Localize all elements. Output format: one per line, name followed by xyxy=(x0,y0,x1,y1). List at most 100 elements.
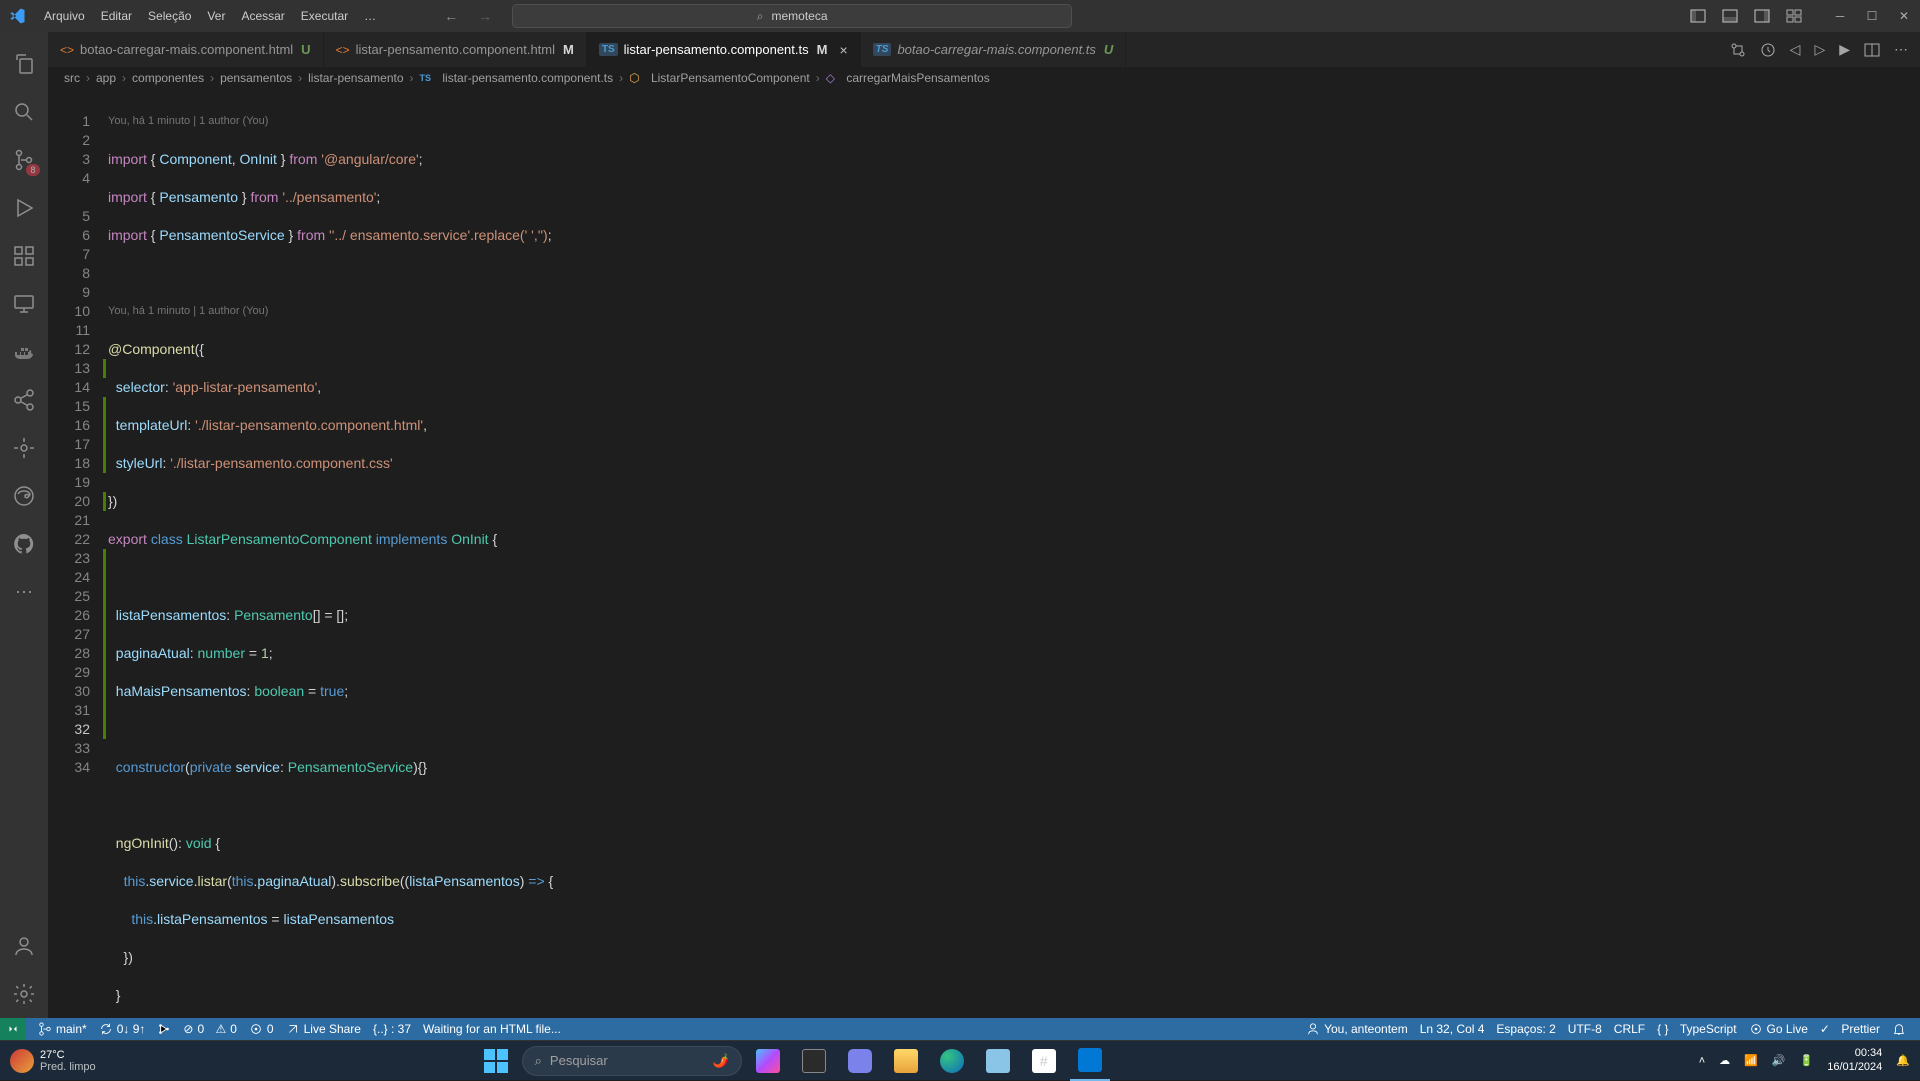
live-share[interactable]: Live Share xyxy=(280,1022,367,1036)
github-icon[interactable] xyxy=(0,520,48,568)
breadcrumb-file[interactable]: TS listar-pensamento.component.ts xyxy=(420,71,614,85)
prettier[interactable]: ✓ Prettier xyxy=(1814,1022,1886,1036)
encoding[interactable]: UTF-8 xyxy=(1562,1022,1608,1036)
tray-battery-icon[interactable]: 🔋 xyxy=(1800,1054,1814,1067)
language-mode[interactable]: { } TypeScript xyxy=(1651,1022,1742,1036)
nav-forward-icon[interactable]: → xyxy=(478,8,492,24)
run-file-icon[interactable]: ▶ xyxy=(1839,41,1850,58)
tray-onedrive-icon[interactable]: ☁ xyxy=(1719,1054,1730,1067)
cursor-position[interactable]: Ln 32, Col 4 xyxy=(1414,1022,1491,1036)
breadcrumb-method[interactable]: ◇ carregarMaisPensamentos xyxy=(826,71,990,85)
command-center-search[interactable]: ⌕ memoteca xyxy=(512,4,1072,28)
remote-indicator[interactable] xyxy=(0,1018,26,1040)
line-numbers: 1234 56789 1011121314 1516171819 2021222… xyxy=(48,89,108,1018)
breadcrumb-class[interactable]: ⬡ ListarPensamentoComponent xyxy=(629,71,810,85)
taskbar-search[interactable]: ⌕ Pesquisar 🌶️ xyxy=(522,1046,742,1076)
notifications-icon[interactable]: 🔔 xyxy=(1896,1054,1910,1067)
run-debug-icon[interactable] xyxy=(0,184,48,232)
explorer-icon[interactable] xyxy=(0,40,48,88)
code-editor[interactable]: 1234 56789 1011121314 1516171819 2021222… xyxy=(48,89,1920,1018)
nav-next-icon[interactable]: ▷ xyxy=(1814,41,1825,58)
taskbar-clock[interactable]: 00:34 16/01/2024 xyxy=(1827,1047,1882,1073)
remote-explorer-icon[interactable] xyxy=(0,280,48,328)
go-live[interactable]: Go Live xyxy=(1743,1022,1814,1036)
tab-listar-html[interactable]: <> listar-pensamento.component.html M xyxy=(324,32,587,67)
indentation[interactable]: Espaços: 2 xyxy=(1490,1022,1561,1036)
weather-widget[interactable]: 27°C Pred. limpo xyxy=(10,1049,96,1073)
taskbar-chat[interactable] xyxy=(840,1041,880,1081)
search-icon: ⌕ xyxy=(535,1053,542,1069)
status-bar: main* 0↓ 9↑ ⊘0 ⚠0 0 Live Share {..} : 37… xyxy=(0,1018,1920,1040)
layout-panel-icon[interactable] xyxy=(1722,8,1738,24)
json-status[interactable]: {..} : 37 xyxy=(367,1022,417,1036)
accounts-icon[interactable] xyxy=(0,922,48,970)
tray-volume-icon[interactable]: 🔊 xyxy=(1772,1054,1786,1067)
git-branch[interactable]: main* xyxy=(32,1022,93,1036)
scrollbar[interactable] xyxy=(1906,89,1920,1018)
extensions-icon[interactable] xyxy=(0,232,48,280)
breadcrumb-item[interactable]: pensamentos xyxy=(220,71,292,85)
weather-label: Pred. limpo xyxy=(40,1061,96,1073)
search-icon[interactable] xyxy=(0,88,48,136)
menu-acessar[interactable]: Acessar xyxy=(233,9,292,23)
taskbar-vscode[interactable] xyxy=(1070,1041,1110,1081)
code-content[interactable]: You, há 1 minuto | 1 author (You) import… xyxy=(108,89,1920,1018)
weather-icon xyxy=(10,1049,34,1073)
git-compare-icon[interactable] xyxy=(1730,42,1746,58)
taskbar-task-view[interactable] xyxy=(794,1041,834,1081)
taskbar-notepad[interactable] xyxy=(978,1041,1018,1081)
tray-wifi-icon[interactable]: 📶 xyxy=(1744,1054,1758,1067)
menu-selecao[interactable]: Seleção xyxy=(140,9,199,23)
timeline-icon[interactable] xyxy=(1760,42,1776,58)
close-tab-icon[interactable]: × xyxy=(839,42,847,58)
source-control-icon[interactable]: 8 xyxy=(0,136,48,184)
layout-primary-icon[interactable] xyxy=(1690,8,1706,24)
menu-editar[interactable]: Editar xyxy=(93,9,140,23)
minimize-window-icon[interactable]: ─ xyxy=(1832,8,1848,24)
docker-icon[interactable] xyxy=(0,328,48,376)
notifications-icon[interactable] xyxy=(1886,1022,1912,1036)
ports[interactable]: 0 xyxy=(243,1022,280,1036)
taskbar-explorer[interactable] xyxy=(886,1041,926,1081)
scm-badge: 8 xyxy=(26,164,40,176)
breadcrumb-item[interactable]: src xyxy=(64,71,80,85)
close-window-icon[interactable]: ✕ xyxy=(1896,8,1912,24)
eol[interactable]: CRLF xyxy=(1608,1022,1651,1036)
taskbar-slack[interactable]: # xyxy=(1024,1041,1064,1081)
start-button[interactable] xyxy=(476,1041,516,1081)
layout-secondary-icon[interactable] xyxy=(1754,8,1770,24)
more-icon[interactable]: ⋯ xyxy=(0,568,48,616)
nav-prev-icon[interactable]: ◁ xyxy=(1790,41,1801,58)
menu-ver[interactable]: Ver xyxy=(199,9,233,23)
breadcrumb-item[interactable]: app xyxy=(96,71,116,85)
problems[interactable]: ⊘0 ⚠0 xyxy=(177,1022,243,1036)
waiting-status: Waiting for an HTML file... xyxy=(417,1022,567,1036)
activity-bar: 8 ⋯ xyxy=(0,32,48,1018)
tab-listar-ts[interactable]: TS listar-pensamento.component.ts M × xyxy=(587,32,861,67)
taskbar-edge[interactable] xyxy=(932,1041,972,1081)
menu-executar[interactable]: Executar xyxy=(293,9,356,23)
live-share-icon[interactable] xyxy=(0,376,48,424)
git-graph[interactable] xyxy=(151,1022,177,1036)
breadcrumb-item[interactable]: listar-pensamento xyxy=(308,71,403,85)
tray-chevron-icon[interactable]: ˄ xyxy=(1699,1055,1705,1067)
menu-arquivo[interactable]: Arquivo xyxy=(36,9,93,23)
maximize-window-icon[interactable]: ☐ xyxy=(1864,8,1880,24)
tab-botao-html[interactable]: <> botao-carregar-mais.component.html U xyxy=(48,32,324,67)
nav-back-icon[interactable]: ← xyxy=(444,8,458,24)
git-sync[interactable]: 0↓ 9↑ xyxy=(93,1022,152,1036)
customize-layout-icon[interactable] xyxy=(1786,8,1802,24)
settings-gear-icon[interactable] xyxy=(0,970,48,1018)
codelens[interactable]: You, há 1 minuto | 1 author (You) xyxy=(108,302,1920,321)
breadcrumb-item[interactable]: componentes xyxy=(132,71,204,85)
tab-botao-ts[interactable]: TS botao-carregar-mais.component.ts U xyxy=(861,32,1127,67)
menu-more[interactable]: … xyxy=(356,9,384,23)
split-editor-icon[interactable] xyxy=(1864,42,1880,58)
codelens[interactable]: You, há 1 minuto | 1 author (You) xyxy=(108,112,1920,131)
breadcrumbs[interactable]: src› app› componentes› pensamentos› list… xyxy=(48,67,1920,89)
gitlens-icon[interactable] xyxy=(0,424,48,472)
blame-status[interactable]: You, anteontem xyxy=(1300,1022,1414,1036)
edge-tools-icon[interactable] xyxy=(0,472,48,520)
more-actions-icon[interactable]: ⋯ xyxy=(1894,41,1908,58)
taskbar-copilot[interactable] xyxy=(748,1041,788,1081)
